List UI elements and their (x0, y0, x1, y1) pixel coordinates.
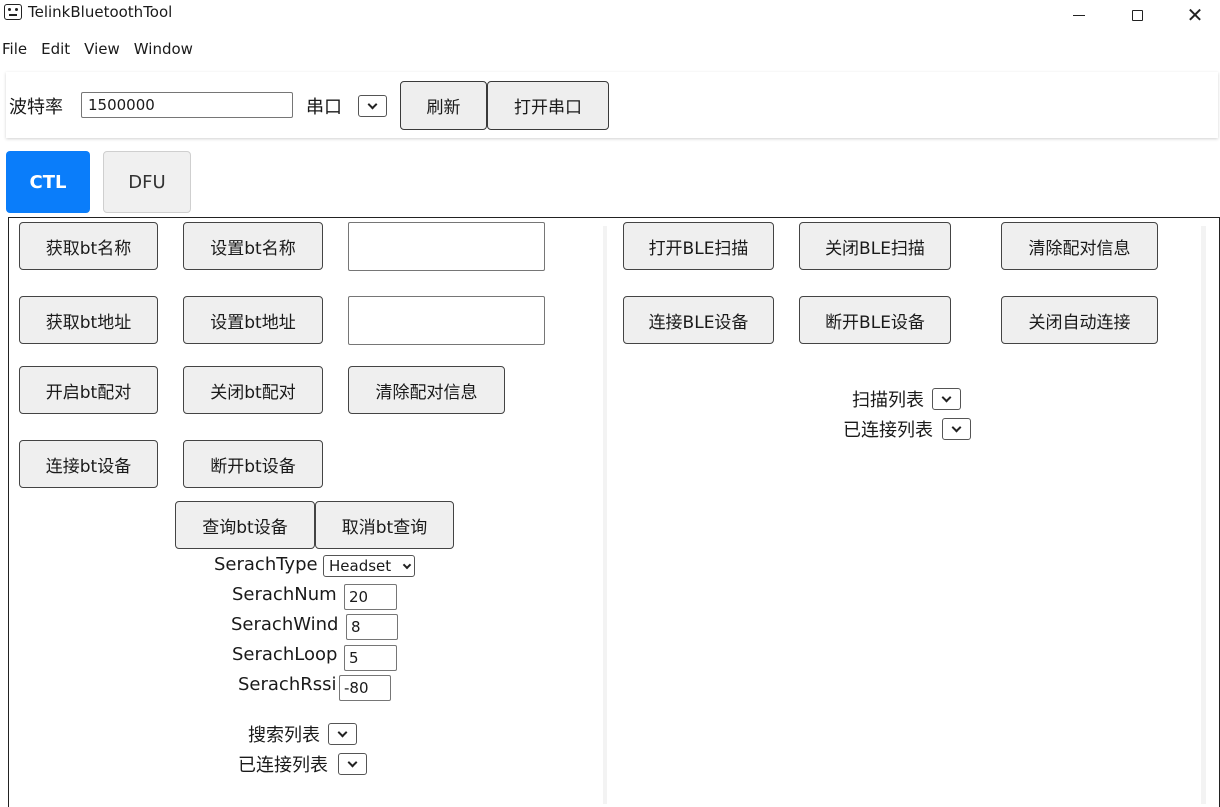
chevron-down-icon (402, 560, 412, 569)
connect-ble-device-button[interactable]: 连接BLE设备 (623, 296, 774, 344)
search-wind-label: SerachWind (231, 614, 339, 635)
search-num-label: SerachNum (232, 584, 337, 605)
get-bt-name-button[interactable]: 获取bt名称 (19, 222, 158, 270)
chevron-down-icon (347, 757, 358, 767)
minimize-icon (1073, 14, 1085, 16)
menu-window[interactable]: Window (134, 36, 193, 58)
minimize-button[interactable] (1050, 0, 1108, 30)
ble-connected-list-label: 已连接列表 (843, 420, 933, 441)
scan-list-select[interactable] (932, 388, 961, 410)
window-title: TelinkBluetoothTool (28, 3, 173, 21)
app-icon (4, 4, 22, 20)
ble-connected-list-select[interactable] (942, 418, 971, 440)
serial-port-label: 串口 (306, 97, 342, 118)
bt-name-input[interactable] (348, 222, 545, 271)
menu-edit[interactable]: Edit (41, 36, 70, 58)
chevron-down-icon (941, 392, 952, 402)
panel-scroll-edge (1201, 226, 1206, 804)
tab-dfu[interactable]: DFU (103, 151, 191, 213)
title-bar: TelinkBluetoothTool ✕ (0, 0, 1220, 30)
search-rssi-input[interactable]: -80 (339, 675, 391, 701)
open-port-button[interactable]: 打开串口 (487, 81, 609, 130)
search-loop-label: SerachLoop (232, 644, 338, 665)
close-icon: ✕ (1186, 3, 1204, 27)
cancel-bt-query-button[interactable]: 取消bt查询 (315, 501, 454, 549)
bt-connected-list-select[interactable] (338, 753, 367, 775)
refresh-button[interactable]: 刷新 (400, 81, 487, 130)
search-type-label: SerachType (214, 554, 318, 575)
search-num-input[interactable]: 20 (344, 584, 397, 610)
menu-file[interactable]: File (2, 36, 27, 58)
close-ble-scan-button[interactable]: 关闭BLE扫描 (799, 222, 951, 270)
panel-divider (603, 226, 607, 804)
scan-list-label: 扫描列表 (852, 390, 924, 411)
search-rssi-label: SerachRssi (238, 674, 337, 695)
clear-ble-pair-button[interactable]: 清除配对信息 (1001, 222, 1158, 270)
baud-rate-input[interactable]: 1500000 (81, 92, 293, 118)
maximize-icon (1131, 9, 1143, 21)
close-auto-connect-button[interactable]: 关闭自动连接 (1001, 296, 1158, 344)
query-bt-device-button[interactable]: 查询bt设备 (175, 501, 315, 549)
chevron-down-icon (367, 99, 378, 109)
close-bt-pair-button[interactable]: 关闭bt配对 (183, 366, 323, 414)
chevron-down-icon (337, 727, 348, 737)
set-bt-name-button[interactable]: 设置bt名称 (183, 222, 323, 270)
serial-port-select[interactable] (358, 95, 387, 117)
bt-connected-list-label: 已连接列表 (238, 755, 328, 776)
menu-bar: File Edit View Window (0, 30, 1220, 64)
disconnect-bt-device-button[interactable]: 断开bt设备 (183, 440, 323, 488)
search-type-value: Headset (329, 557, 392, 575)
connect-bt-device-button[interactable]: 连接bt设备 (19, 440, 158, 488)
get-bt-address-button[interactable]: 获取bt地址 (19, 296, 158, 344)
open-bt-pair-button[interactable]: 开启bt配对 (19, 366, 158, 414)
search-loop-input[interactable]: 5 (344, 645, 397, 671)
search-wind-input[interactable]: 8 (346, 614, 398, 640)
search-type-select[interactable]: Headset (323, 555, 415, 577)
disconnect-ble-device-button[interactable]: 断开BLE设备 (799, 296, 951, 344)
maximize-button[interactable] (1108, 0, 1166, 30)
baud-rate-label: 波特率 (9, 97, 63, 118)
search-list-select[interactable] (328, 723, 357, 745)
clear-bt-pair-button[interactable]: 清除配对信息 (348, 366, 505, 414)
tab-ctl[interactable]: CTL (6, 151, 90, 213)
set-bt-address-button[interactable]: 设置bt地址 (183, 296, 323, 344)
menu-view[interactable]: View (84, 36, 120, 58)
chevron-down-icon (951, 422, 962, 432)
search-list-label: 搜索列表 (248, 725, 320, 746)
close-button[interactable]: ✕ (1166, 0, 1220, 30)
open-ble-scan-button[interactable]: 打开BLE扫描 (623, 222, 774, 270)
bt-address-input[interactable] (348, 296, 545, 345)
